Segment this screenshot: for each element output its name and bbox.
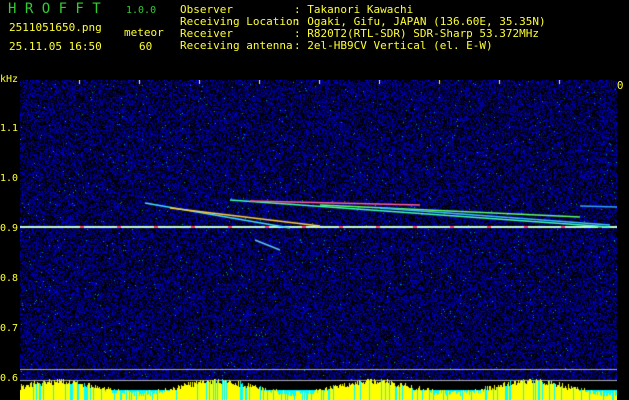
y-tick-label: 0.9 (0, 223, 19, 234)
y-tick-label: 0.7 (0, 323, 19, 334)
app-title: H R O F F T (8, 1, 101, 17)
y-tick-label: 0.6 (0, 373, 19, 384)
info-label: Receiving antenna (180, 39, 293, 52)
unit-label: kHz (0, 74, 19, 85)
meteor-label: meteor (124, 26, 164, 39)
info-value: : 2el-HB9CV Vertical (el. E-W) (294, 39, 493, 52)
spectrogram (20, 80, 617, 400)
datetime: 25.11.05 16:50 (9, 40, 102, 53)
y-tick-label: 1.1 (0, 123, 19, 134)
y-tick-label: 1.0 (0, 173, 19, 184)
app-version: 1.0.0 (126, 5, 157, 16)
filename: 2511051650.png (9, 21, 102, 34)
meteor-count: 60 (139, 40, 153, 53)
y-tick-label: 0.8 (0, 273, 19, 284)
